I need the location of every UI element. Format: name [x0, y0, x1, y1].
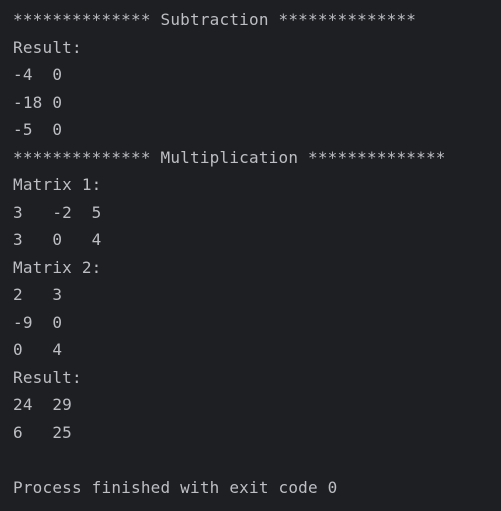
matrix-1-row: 3 -2 5	[13, 202, 102, 222]
multiplication-result-label: Result:	[13, 367, 82, 387]
subtraction-result-row: -18 0	[13, 92, 63, 112]
subtraction-result-label: Result:	[13, 37, 82, 57]
multiplication-result-row: 24 29	[13, 395, 72, 414]
multiplication-header-line: ************** Multiplication **********…	[13, 147, 446, 167]
matrix-1-label: Matrix 1:	[13, 175, 102, 194]
process-exit-message: Process finished with exit code 0	[13, 477, 338, 497]
matrix-2-row: 2 3	[13, 285, 63, 304]
matrix-2-row: 0 4	[13, 340, 63, 359]
multiplication-result-row: 6 25	[13, 422, 72, 442]
subtraction-result-row: -5 0	[13, 120, 63, 139]
subtraction-result-row: -4 0	[13, 65, 63, 84]
matrix-2-row: -9 0	[13, 312, 63, 332]
matrix-1-row: 3 0 4	[13, 230, 102, 249]
run-console-output: ************** Subtraction *************…	[0, 0, 501, 511]
matrix-2-label: Matrix 2:	[13, 257, 102, 277]
subtraction-header-line: ************** Subtraction *************…	[13, 10, 417, 29]
